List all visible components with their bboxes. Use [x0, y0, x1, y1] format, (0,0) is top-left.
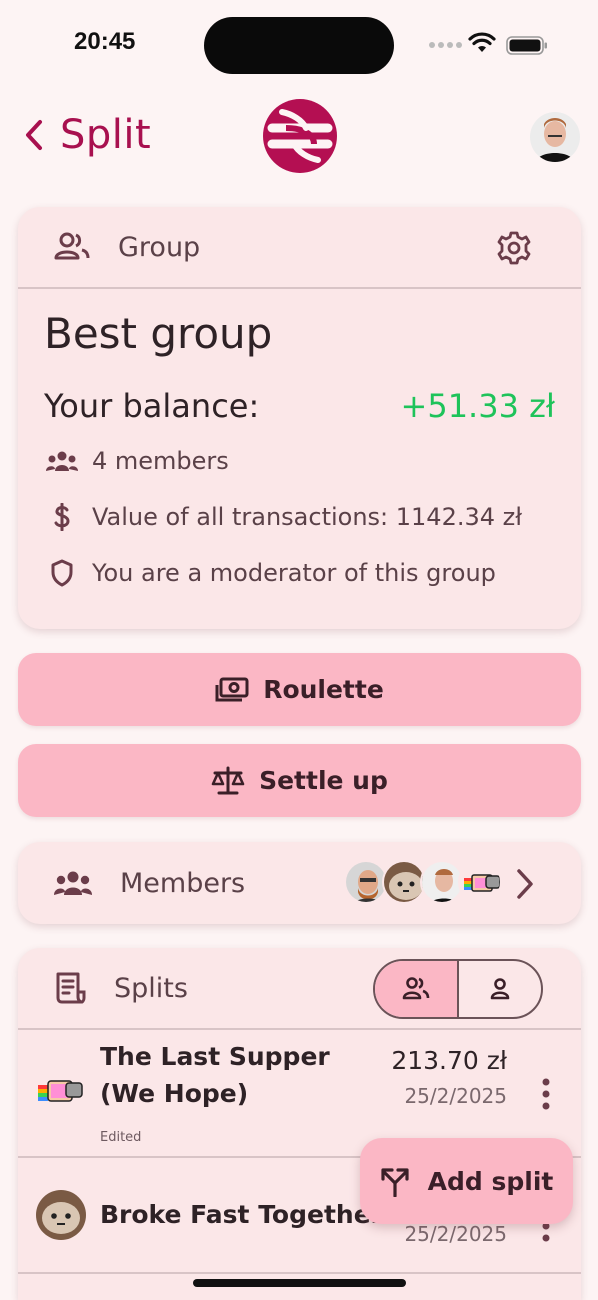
members-card[interactable]: Members	[18, 842, 581, 924]
member-avatars	[344, 860, 502, 906]
dollar-icon	[54, 503, 70, 531]
members-icon	[54, 871, 92, 895]
gear-icon[interactable]	[497, 231, 531, 265]
group-card-header: Group	[18, 207, 581, 289]
shield-icon	[51, 559, 73, 587]
split-arrows-icon	[381, 1168, 409, 1197]
more-options-icon[interactable]	[541, 1078, 551, 1110]
split-date: 25/2/2025	[404, 1084, 507, 1108]
split-date: 25/2/2025	[404, 1222, 507, 1246]
moderator-row: You are a moderator of this group	[46, 559, 496, 587]
roulette-button[interactable]: Roulette	[18, 653, 581, 726]
user-avatar[interactable]	[530, 112, 580, 162]
add-split-label: Add split	[427, 1166, 554, 1196]
status-time: 20:45	[74, 28, 136, 55]
split-payer-avatar	[36, 1067, 86, 1117]
members-count: 4 members	[92, 447, 229, 475]
group-name: Best group	[44, 309, 273, 358]
balance-label: Your balance:	[44, 387, 260, 425]
group-icon	[402, 977, 430, 1000]
splits-card: Splits The Last Supper (We Hope) Edited …	[18, 948, 581, 1300]
split-amount: 213.70 zł	[391, 1046, 507, 1075]
split-edited-label: Edited	[100, 1130, 142, 1145]
home-indicator[interactable]	[193, 1279, 406, 1287]
group-filter-button[interactable]	[375, 961, 459, 1017]
cellular-signal-icon	[429, 42, 462, 48]
transactions-value: Value of all transactions: 1142.34 zł	[92, 503, 523, 531]
transactions-row: Value of all transactions: 1142.34 zł	[46, 503, 522, 531]
add-split-button[interactable]: Add split	[360, 1138, 573, 1224]
members-icon	[46, 451, 78, 471]
back-button[interactable]: Split	[24, 112, 151, 158]
split-payer-avatar	[36, 1190, 86, 1240]
balance-value: +51.33 zł	[400, 387, 555, 425]
split-title: Broke Fast Together	[100, 1200, 383, 1229]
members-title: Members	[120, 867, 246, 899]
cash-icon	[215, 677, 249, 701]
personal-filter-button[interactable]	[459, 961, 541, 1017]
member-avatar	[458, 860, 502, 904]
chevron-right-icon	[517, 869, 533, 899]
group-card: Group Best group Your balance: +51.33 zł…	[18, 207, 581, 629]
scale-icon	[211, 766, 245, 794]
split-title: The Last Supper (We Hope)	[100, 1042, 330, 1108]
splits-card-header: Splits	[18, 948, 581, 1030]
battery-icon	[506, 36, 547, 55]
wifi-icon	[468, 32, 496, 52]
group-card-title: Group	[118, 231, 201, 263]
chevron-left-icon	[26, 120, 42, 150]
app-logo	[263, 99, 337, 173]
person-icon	[490, 978, 510, 1000]
dynamic-island	[204, 17, 394, 74]
members-count-row: 4 members	[46, 447, 229, 475]
receipt-icon	[56, 972, 86, 1004]
splits-title: Splits	[114, 972, 188, 1004]
settle-up-label: Settle up	[259, 766, 388, 795]
settle-up-button[interactable]: Settle up	[18, 744, 581, 817]
roulette-label: Roulette	[263, 675, 384, 704]
back-label: Split	[60, 112, 152, 158]
splits-filter-toggle	[373, 959, 543, 1019]
group-icon	[54, 232, 90, 260]
moderator-note: You are a moderator of this group	[92, 559, 496, 587]
